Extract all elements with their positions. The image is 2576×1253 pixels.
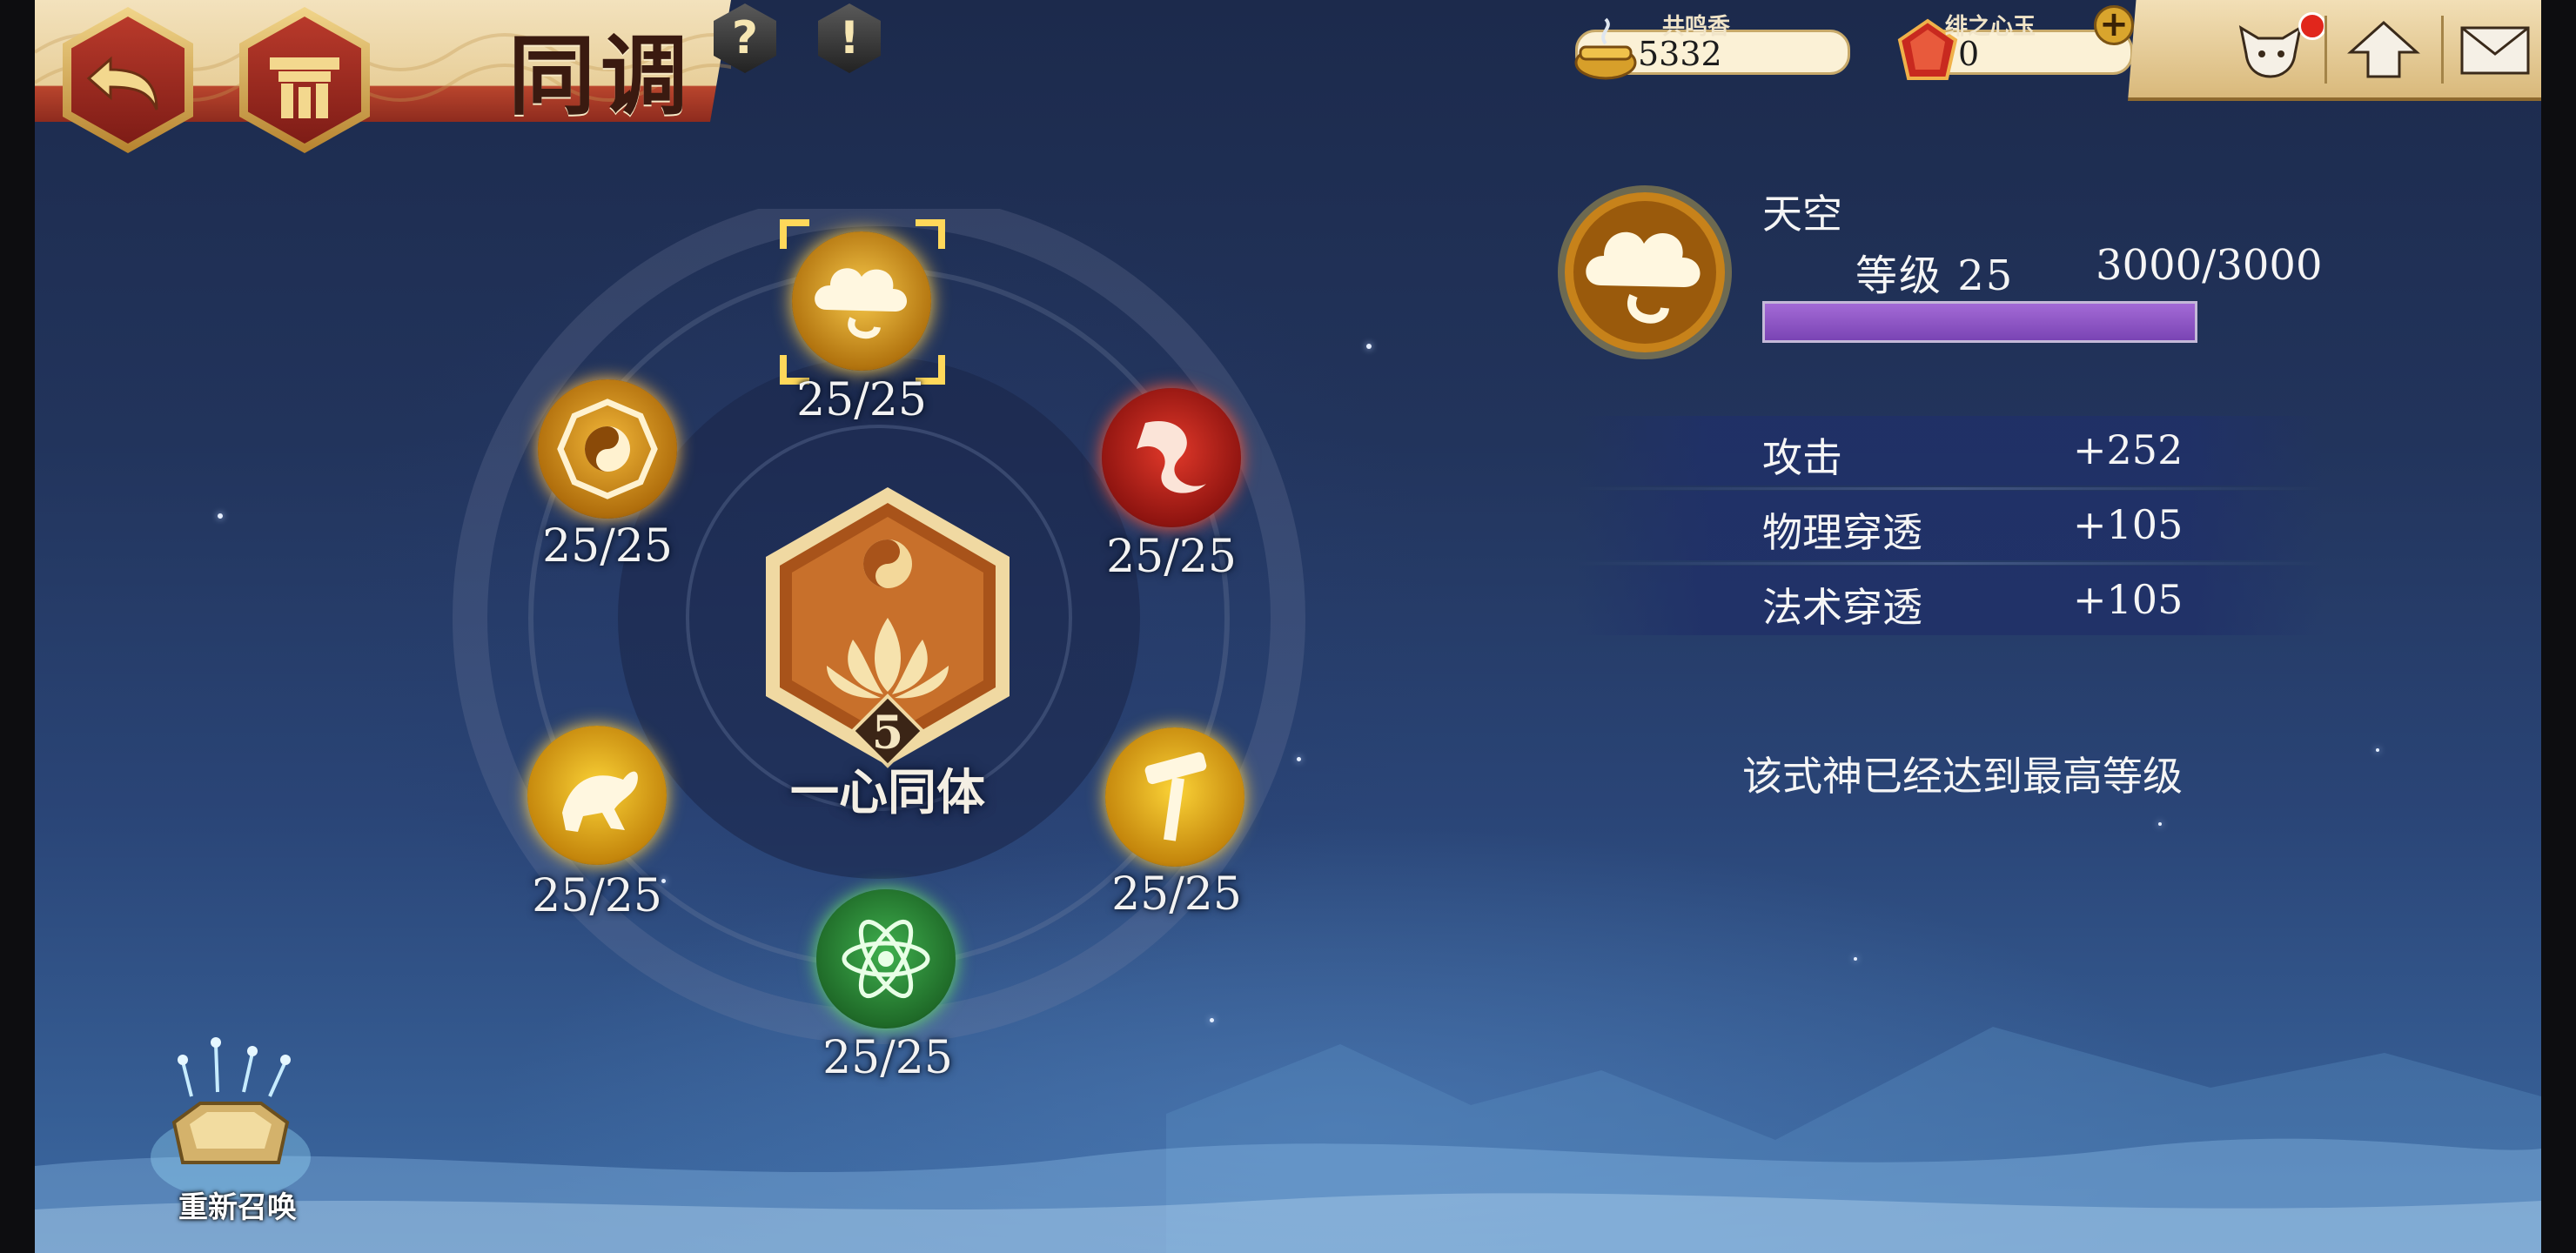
node-beast[interactable] [527, 726, 667, 865]
hammer-icon [1144, 752, 1207, 841]
game-screen: 同调 ? ! 共鸣香 5332 绯之心玉 0 + 25/25 25/25 25/… [35, 0, 2541, 1253]
stat-name: 攻击 [1762, 434, 1842, 481]
node-dragon-progress: 25/25 [1106, 531, 1237, 583]
yinyang-icon [863, 539, 912, 588]
stat-row-attack: 攻击 +252 [1575, 416, 2324, 486]
stat-value: +252 [2073, 426, 2184, 473]
resummon-button-label[interactable]: 重新召唤 [138, 1183, 338, 1226]
notification-dot [2298, 12, 2326, 40]
node-bagua[interactable] [538, 379, 677, 519]
bagua-icon [557, 399, 658, 499]
star [218, 513, 223, 519]
mail-icon[interactable] [2457, 19, 2533, 80]
node-bagua-progress: 25/25 [542, 520, 673, 573]
currency-value-jade: 0 [1958, 35, 1980, 73]
beast-icon [562, 771, 638, 832]
star [2376, 748, 2379, 752]
stat-row-physical-pen: 物理穿透 +105 [1575, 491, 2324, 560]
center-name: 一心同体 [790, 764, 985, 821]
node-atom[interactable] [816, 889, 956, 1029]
divider [2324, 16, 2327, 84]
currency-value-incense: 5332 [1638, 35, 1722, 73]
atom-icon [842, 919, 930, 999]
stat-name: 物理穿透 [1762, 509, 1922, 556]
node-hammer[interactable] [1105, 727, 1244, 867]
node-hammer-progress: 25/25 [1111, 868, 1242, 921]
node-atom-progress: 25/25 [822, 1032, 953, 1084]
center-level: 5 [871, 707, 904, 760]
divider [1575, 562, 2324, 565]
divider [1575, 487, 2324, 490]
fox-character-icon[interactable] [2232, 19, 2309, 80]
exp-bar [1762, 301, 2197, 343]
top-right-menu [2128, 0, 2541, 101]
node-beast-progress: 25/25 [532, 870, 662, 922]
max-level-message: 该式神已经达到最高等级 [1742, 753, 2183, 800]
skill-level: 等级 25 [1855, 251, 2015, 300]
stat-name: 法术穿透 [1762, 584, 1922, 631]
upgrade-arrow-icon[interactable] [2345, 19, 2422, 80]
node-dragon[interactable] [1102, 388, 1241, 527]
star [1366, 344, 1372, 349]
exp-bar-fill [1765, 304, 2195, 340]
info-button[interactable]: ! [818, 3, 881, 73]
node-sky-progress: 25/25 [796, 374, 927, 426]
stat-value: +105 [2073, 576, 2184, 623]
stat-row-magic-pen: 法术穿透 +105 [1575, 566, 2324, 635]
incense-pot-icon [1574, 17, 1637, 80]
star [2158, 822, 2162, 826]
stat-value: +105 [2073, 501, 2184, 548]
skill-exp: 3000/3000 [2096, 241, 2323, 290]
selected-skill-cloud-icon [1558, 185, 1732, 359]
dragon-icon [1137, 421, 1206, 493]
page-title: 同调 [508, 24, 693, 127]
selection-frame [780, 219, 945, 385]
divider [2441, 16, 2444, 84]
add-jade-button[interactable]: + [2094, 5, 2134, 45]
skill-name: 天空 [1762, 191, 1842, 238]
